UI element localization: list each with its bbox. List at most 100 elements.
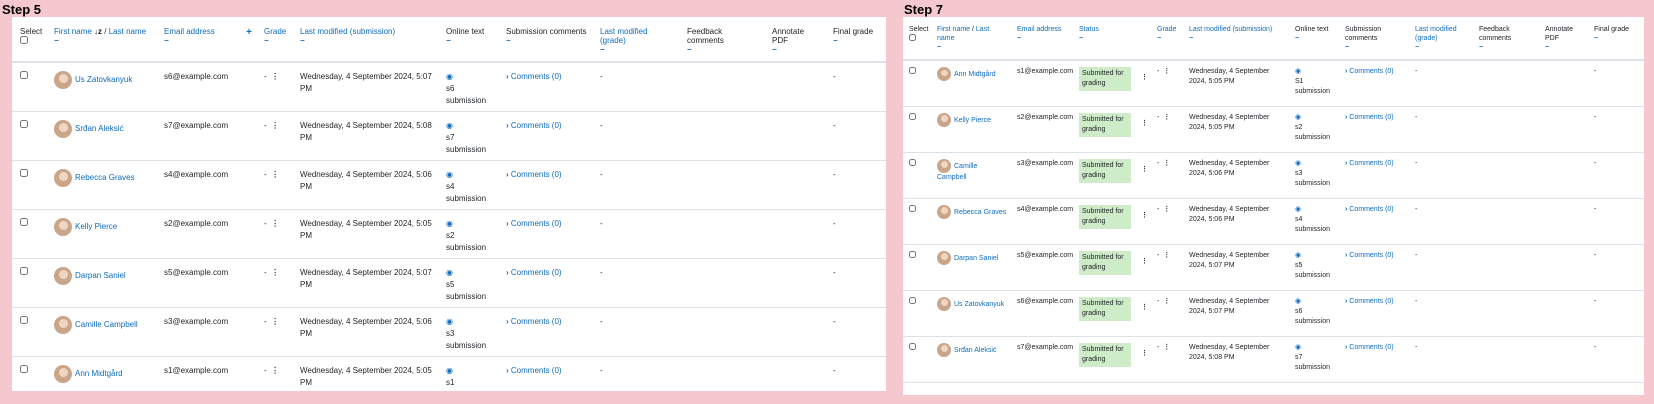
student-name-link[interactable]: Rebecca Graves [954,208,1006,215]
grade-menu-icon[interactable]: ⋮ [271,71,279,83]
student-name-link[interactable]: Camille Campbell [75,320,138,329]
student-name-link[interactable]: Ann Midtgård [75,369,123,378]
chevron-right-icon[interactable]: › [1345,251,1347,261]
comments-link[interactable]: Comments (0) [1349,68,1393,75]
actions-menu-icon[interactable]: ⋮ [1141,211,1148,221]
chevron-right-icon[interactable]: › [1345,205,1347,215]
row-select-checkbox[interactable] [909,158,916,166]
row-select-checkbox[interactable] [20,120,28,128]
comments-link[interactable]: Comments (0) [1349,344,1393,351]
grade-menu-icon[interactable]: ⋮ [1163,343,1170,353]
grade-menu-icon[interactable]: ⋮ [1163,205,1170,215]
comments-link[interactable]: Comments (0) [511,366,562,375]
grade-menu-icon[interactable]: ⋮ [271,169,279,181]
actions-menu-icon[interactable]: ⋮ [1141,73,1148,83]
comments-link[interactable]: Comments (0) [1349,114,1393,121]
collapse-last-modified-grade-column-icon[interactable]: − [600,45,675,55]
collapse-online-text-column-icon[interactable]: − [446,36,494,46]
eye-icon[interactable]: ◉ [446,365,453,377]
student-name-link[interactable]: Kelly Pierce [954,116,991,123]
comments-link[interactable]: Comments (0) [511,72,562,81]
chevron-right-icon[interactable]: › [506,169,509,181]
student-name-link[interactable]: Us Zatovkanyuk [75,75,132,84]
collapse-grade-column-icon[interactable]: − [1157,34,1180,44]
row-select-checkbox[interactable] [20,169,28,177]
sort-first-name-link[interactable]: First name [54,27,92,36]
comments-link[interactable]: Comments (0) [1349,298,1393,305]
eye-icon[interactable]: ◉ [1295,205,1301,215]
sort-last-modified-grade-link[interactable]: Last modified (grade) [1415,26,1457,42]
chevron-right-icon[interactable]: › [506,316,509,328]
comments-link[interactable]: Comments (0) [511,317,562,326]
row-select-checkbox[interactable] [20,218,28,226]
eye-icon[interactable]: ◉ [446,71,453,83]
eye-icon[interactable]: ◉ [446,316,453,328]
chevron-right-icon[interactable]: › [506,218,509,230]
collapse-annotate-pdf-column-icon[interactable]: − [1545,43,1585,53]
expand-column-plus-icon[interactable]: + [246,27,252,38]
grade-menu-icon[interactable]: ⋮ [1163,67,1170,77]
grade-menu-icon[interactable]: ⋮ [1163,113,1170,123]
collapse-status-column-icon[interactable]: − [1079,34,1132,44]
select-all-checkbox[interactable] [909,34,916,41]
actions-menu-icon[interactable]: ⋮ [1141,303,1148,313]
collapse-online-text-column-icon[interactable]: − [1295,34,1336,44]
comments-link[interactable]: Comments (0) [511,268,562,277]
collapse-feedback-comments-column-icon[interactable]: − [687,45,760,55]
actions-menu-icon[interactable]: ⋮ [1141,165,1148,175]
collapse-final-grade-column-icon[interactable]: − [833,36,882,46]
collapse-last-modified-grade-column-icon[interactable]: − [1415,43,1470,53]
comments-link[interactable]: Comments (0) [1349,252,1393,259]
row-select-checkbox[interactable] [909,67,916,74]
select-all-checkbox[interactable] [20,36,28,44]
sort-last-modified-grade-link[interactable]: Last modified (grade) [600,27,648,45]
sort-grade-link[interactable]: Grade [1157,26,1176,33]
row-select-checkbox[interactable] [909,204,916,212]
chevron-right-icon[interactable]: › [506,71,509,83]
sort-email-link[interactable]: Email address [164,27,215,36]
eye-icon[interactable]: ◉ [1295,113,1301,123]
chevron-right-icon[interactable]: › [506,120,509,132]
grade-menu-icon[interactable]: ⋮ [271,316,279,328]
comments-link[interactable]: Comments (0) [511,121,562,130]
chevron-right-icon[interactable]: › [1345,343,1347,353]
student-name-link[interactable]: Darpan Saniel [954,254,998,261]
sort-first-name-link[interactable]: First name [937,26,970,33]
collapse-submission-comments-column-icon[interactable]: − [1345,43,1406,53]
actions-menu-icon[interactable]: ⋮ [1141,349,1148,359]
comments-link[interactable]: Comments (0) [1349,160,1393,167]
comments-link[interactable]: Comments (0) [1349,206,1393,213]
actions-menu-icon[interactable]: ⋮ [1141,119,1148,129]
eye-icon[interactable]: ◉ [1295,297,1301,307]
eye-icon[interactable]: ◉ [1295,343,1301,353]
collapse-final-grade-column-icon[interactable]: − [1594,34,1641,44]
chevron-right-icon[interactable]: › [1345,113,1347,123]
sort-status-link[interactable]: Status [1079,26,1099,33]
chevron-right-icon[interactable]: › [506,365,509,377]
grade-menu-icon[interactable]: ⋮ [1163,297,1170,307]
collapse-name-column-icon[interactable]: − [937,43,1008,53]
collapse-feedback-comments-column-icon[interactable]: − [1479,43,1536,53]
grade-menu-icon[interactable]: ⋮ [271,218,279,230]
eye-icon[interactable]: ◉ [1295,67,1301,77]
collapse-last-modified-column-icon[interactable]: − [300,36,434,46]
eye-icon[interactable]: ◉ [1295,159,1301,169]
collapse-name-column-icon[interactable]: − [54,36,152,46]
collapse-email-column-icon[interactable]: − [1017,34,1070,44]
grade-menu-icon[interactable]: ⋮ [1163,159,1170,169]
chevron-right-icon[interactable]: › [1345,159,1347,169]
row-select-checkbox[interactable] [909,296,916,304]
eye-icon[interactable]: ◉ [446,218,453,230]
chevron-right-icon[interactable]: › [1345,67,1347,77]
grade-menu-icon[interactable]: ⋮ [1163,251,1170,261]
sort-last-name-link[interactable]: Last name [109,27,146,36]
eye-icon[interactable]: ◉ [446,267,453,279]
row-select-checkbox[interactable] [909,342,916,350]
student-name-link[interactable]: Us Zatovkanyuk [954,300,1004,307]
row-select-checkbox[interactable] [909,250,916,258]
grade-menu-icon[interactable]: ⋮ [271,365,279,377]
collapse-submission-comments-column-icon[interactable]: − [506,36,588,46]
eye-icon[interactable]: ◉ [1295,251,1301,261]
sort-email-link[interactable]: Email address [1017,26,1061,33]
sort-grade-link[interactable]: Grade [264,27,286,36]
